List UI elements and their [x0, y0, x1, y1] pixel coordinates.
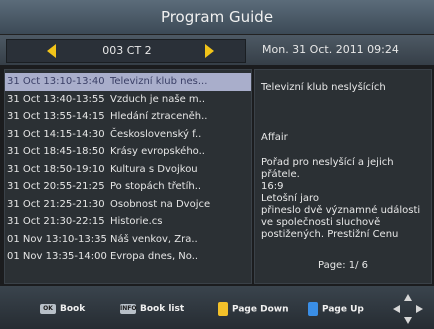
- description-line: přineslo dvě významné události: [261, 205, 421, 216]
- program-name: Kultura s Dvojkou: [110, 163, 198, 175]
- info-key-icon: INFO: [120, 303, 137, 314]
- description-line: Pořad pro neslyšící a jejich: [261, 157, 394, 168]
- program-time: 31 Oct 21:25-21:30: [7, 198, 105, 210]
- page-up-button[interactable]: Page Up: [308, 302, 364, 316]
- program-time: 01 Nov 13:35-14:00: [7, 251, 107, 262]
- program-detail: Televizní klub neslyšících Affair Pořad …: [254, 69, 432, 284]
- program-row[interactable]: 31 Oct 13:10-13:40 Televizní klub nes...: [5, 73, 251, 91]
- program-name: Vzduch je naše m..: [110, 93, 206, 105]
- program-name: Náš venkov, Zra..: [110, 233, 198, 245]
- book-list-label: Book list: [140, 304, 185, 314]
- program-time: 31 Oct 20:55-21:25: [7, 181, 105, 192]
- book-button[interactable]: OK Book: [40, 302, 85, 316]
- blue-key-icon: [308, 302, 318, 316]
- dpad-icon: [393, 294, 423, 324]
- page-down-label: Page Down: [232, 304, 289, 315]
- program-name: Po stopách třetíh..: [110, 181, 202, 192]
- channel-name: 003 CT 2: [102, 44, 152, 57]
- program-time: 31 Oct 18:45-18:50: [7, 146, 105, 157]
- ok-key-icon: OK: [40, 303, 56, 314]
- description-line: Letošní jaro: [261, 193, 320, 204]
- book-list-button[interactable]: INFO Book list: [120, 302, 184, 316]
- detail-subtitle: Affair: [261, 132, 288, 143]
- title-bar: Program Guide: [0, 0, 434, 35]
- page-up-label: Page Up: [322, 304, 364, 315]
- date-time: Mon. 31 Oct. 2011 09:24: [262, 43, 399, 56]
- program-name: Krásy evropského..: [110, 146, 205, 157]
- program-row[interactable]: 31 Oct 18:50-19:10 Kultura s Dvojkou: [5, 161, 251, 179]
- detail-title: Televizní klub neslyšících: [261, 82, 386, 93]
- program-name: Evropa dnes, No..: [110, 251, 199, 262]
- program-row[interactable]: 01 Nov 13:35-14:00 Evropa dnes, No..: [5, 248, 251, 266]
- program-row[interactable]: 31 Oct 13:40-13:55 Vzduch je naše m..: [5, 91, 251, 109]
- description-line: ve společnosti sluchově: [261, 217, 381, 228]
- program-time: 31 Oct 14:15-14:30: [7, 128, 105, 140]
- program-name: Československý f..: [110, 128, 202, 140]
- description-line: postižených. Prestižní Cenu: [261, 229, 399, 240]
- program-time: 31 Oct 18:50-19:10: [7, 163, 105, 175]
- arrow-right-icon[interactable]: [205, 44, 214, 58]
- program-row[interactable]: 31 Oct 18:45-18:50 Krásy evropského..: [5, 143, 251, 161]
- page-down-button[interactable]: Page Down: [218, 302, 288, 316]
- program-name: Historie.cs: [110, 216, 163, 227]
- program-row[interactable]: 01 Nov 13:10-13:35 Náš venkov, Zra..: [5, 231, 251, 249]
- program-row[interactable]: 31 Oct 21:30-22:15 Historie.cs: [5, 213, 251, 231]
- footer-bar: OK Book INFO Book list Page Down Page Up: [0, 286, 434, 329]
- description-line: 16:9: [261, 181, 284, 192]
- program-time: 31 Oct 13:10-13:40: [7, 76, 105, 87]
- yellow-key-icon: [218, 302, 228, 316]
- program-row[interactable]: 31 Oct 13:55-14:15 Hledání ztraceněh..: [5, 108, 251, 126]
- program-time: 31 Oct 13:55-14:15: [7, 111, 105, 122]
- program-name: Hledání ztraceněh..: [110, 111, 208, 122]
- program-time: 01 Nov 13:10-13:35: [7, 233, 107, 245]
- program-name: Osobnost na Dvojce: [110, 198, 211, 210]
- program-name: Televizní klub nes...: [110, 76, 208, 87]
- detail-description: Pořad pro neslyšící a jejich přátele. 16…: [261, 157, 427, 241]
- program-list: 31 Oct 13:10-13:40 Televizní klub nes... …: [4, 69, 252, 284]
- page-title: Program Guide: [160, 8, 274, 26]
- program-time: 31 Oct 13:40-13:55: [7, 93, 105, 105]
- program-row[interactable]: 31 Oct 20:55-21:25 Po stopách třetíh..: [5, 178, 251, 196]
- page-indicator: Page: 1/ 6: [317, 260, 369, 271]
- channel-bar: 003 CT 2 Mon. 31 Oct. 2011 09:24: [0, 35, 434, 65]
- channel-selector[interactable]: 003 CT 2: [6, 39, 246, 63]
- program-row[interactable]: 31 Oct 21:25-21:30 Osobnost na Dvojce: [5, 196, 251, 214]
- program-row[interactable]: 31 Oct 14:15-14:30 Československý f..: [5, 126, 251, 144]
- description-line: přátele.: [261, 169, 300, 180]
- program-time: 31 Oct 21:30-22:15: [7, 216, 105, 227]
- book-label: Book: [60, 304, 86, 314]
- arrow-left-icon[interactable]: [47, 44, 56, 58]
